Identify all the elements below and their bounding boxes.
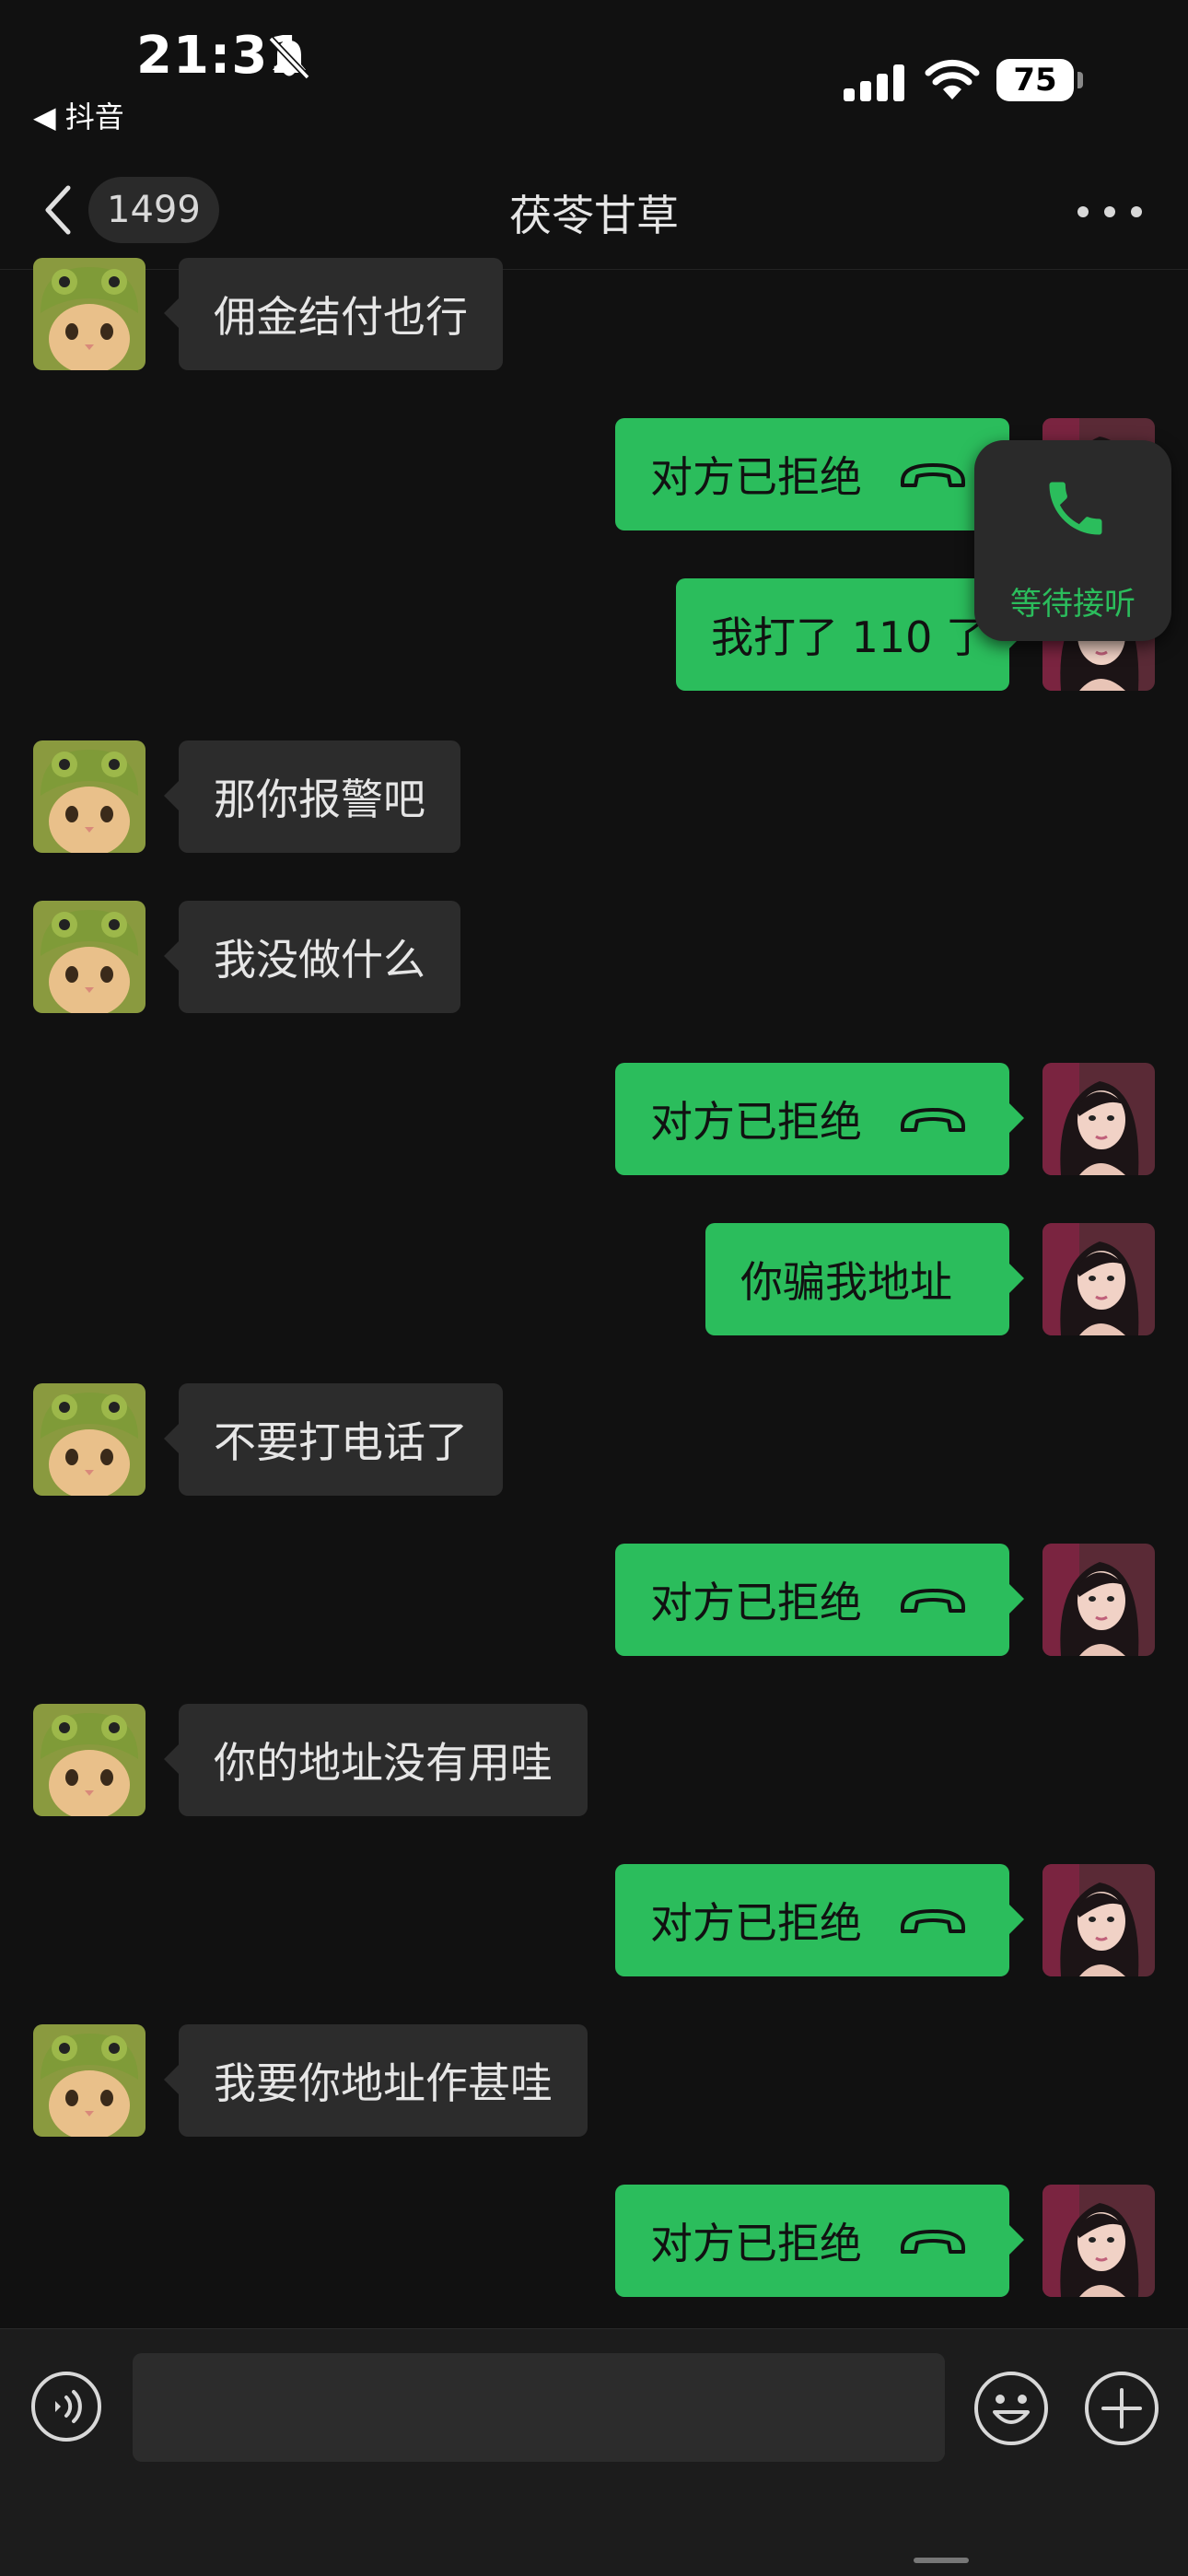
message-text: 佣金结付也行 [214, 292, 468, 342]
message-text: 对方已拒绝 [650, 1578, 862, 1627]
hangup-icon [901, 463, 965, 487]
call-record-bubble[interactable]: 对方已拒绝 [615, 1864, 1024, 1976]
message-text: 我没做什么 [214, 935, 425, 985]
my-avatar[interactable] [1042, 2185, 1155, 2297]
battery-icon: 75 [996, 59, 1085, 101]
status-bar: 21:31 ◀ 抖音 75 [0, 0, 1188, 157]
message-input[interactable] [133, 2353, 945, 2462]
outgoing-message: 你骗我地址 [0, 1223, 1188, 1335]
incoming-message: 你的地址没有用哇 [0, 1704, 1188, 1816]
hangup-icon [901, 1589, 965, 1613]
home-indicator [914, 2558, 969, 2563]
call-record-bubble[interactable]: 对方已拒绝 [615, 418, 1024, 530]
contact-avatar[interactable] [33, 740, 146, 853]
message-bubble[interactable]: 你的地址没有用哇 [164, 1704, 588, 1816]
my-avatar[interactable] [1042, 1864, 1155, 1976]
call-waiting-label: 等待接听 [1010, 586, 1136, 623]
message-bubble[interactable]: 你骗我地址 [705, 1223, 1024, 1335]
message-text: 对方已拒绝 [650, 2219, 862, 2268]
voice-icon[interactable] [29, 2370, 103, 2443]
call-waiting-widget[interactable]: 等待接听 [974, 440, 1171, 641]
emoji-icon[interactable] [973, 2370, 1050, 2447]
message-bubble[interactable]: 我没做什么 [164, 901, 460, 1013]
message-text: 我打了 110 了 [711, 612, 989, 662]
hangup-icon [901, 1108, 965, 1132]
message-text: 我要你地址作甚哇 [214, 2058, 553, 2108]
outgoing-message: 对方已拒绝 [0, 1864, 1188, 1976]
incoming-message: 佣金结付也行 [0, 258, 1188, 370]
my-avatar[interactable] [1042, 1223, 1155, 1335]
phone-icon [1049, 482, 1102, 535]
outgoing-message: 对方已拒绝 [0, 1544, 1188, 1656]
chat-title: 茯苓甘草 [509, 191, 679, 240]
hangup-icon [901, 2230, 965, 2254]
message-bubble[interactable]: 佣金结付也行 [164, 258, 503, 370]
call-record-bubble[interactable]: 对方已拒绝 [615, 1063, 1024, 1175]
back-to-app-link[interactable]: ◀ 抖音 [33, 94, 124, 136]
chat-header: 1499 茯苓甘草 [0, 157, 1188, 270]
input-bar [0, 2328, 1188, 2576]
outgoing-message: 对方已拒绝 [0, 2185, 1188, 2297]
wifi-icon [925, 59, 980, 99]
signal-icon [844, 64, 904, 101]
message-text: 对方已拒绝 [650, 1097, 862, 1147]
contact-avatar[interactable] [33, 2024, 146, 2137]
incoming-message: 我没做什么 [0, 901, 1188, 1013]
outgoing-message: 对方已拒绝 [0, 1063, 1188, 1175]
contact-avatar[interactable] [33, 258, 146, 370]
incoming-message: 那你报警吧 [0, 740, 1188, 853]
message-text: 你的地址没有用哇 [214, 1738, 553, 1788]
message-bubble[interactable]: 我打了 110 了 [676, 578, 1024, 691]
message-text: 那你报警吧 [214, 775, 425, 824]
contact-avatar[interactable] [33, 901, 146, 1013]
battery-level: 75 [996, 59, 1074, 101]
my-avatar[interactable] [1042, 1063, 1155, 1175]
hangup-icon [901, 1909, 965, 1933]
more-icon[interactable] [1077, 184, 1142, 239]
message-text: 对方已拒绝 [650, 1898, 862, 1948]
call-record-bubble[interactable]: 对方已拒绝 [615, 2185, 1024, 2297]
incoming-message: 不要打电话了 [0, 1383, 1188, 1496]
message-text: 对方已拒绝 [650, 452, 862, 502]
message-text: 不要打电话了 [214, 1417, 468, 1467]
incoming-message: 我要你地址作甚哇 [0, 2024, 1188, 2137]
contact-avatar[interactable] [33, 1704, 146, 1816]
bell-slash-icon [268, 36, 310, 80]
message-bubble[interactable]: 不要打电话了 [164, 1383, 503, 1496]
message-bubble[interactable]: 那你报警吧 [164, 740, 460, 853]
message-text: 你骗我地址 [740, 1257, 952, 1307]
message-bubble[interactable]: 我要你地址作甚哇 [164, 2024, 588, 2137]
plus-icon[interactable] [1083, 2370, 1160, 2447]
call-record-bubble[interactable]: 对方已拒绝 [615, 1544, 1024, 1656]
my-avatar[interactable] [1042, 1544, 1155, 1656]
contact-avatar[interactable] [33, 1383, 146, 1496]
